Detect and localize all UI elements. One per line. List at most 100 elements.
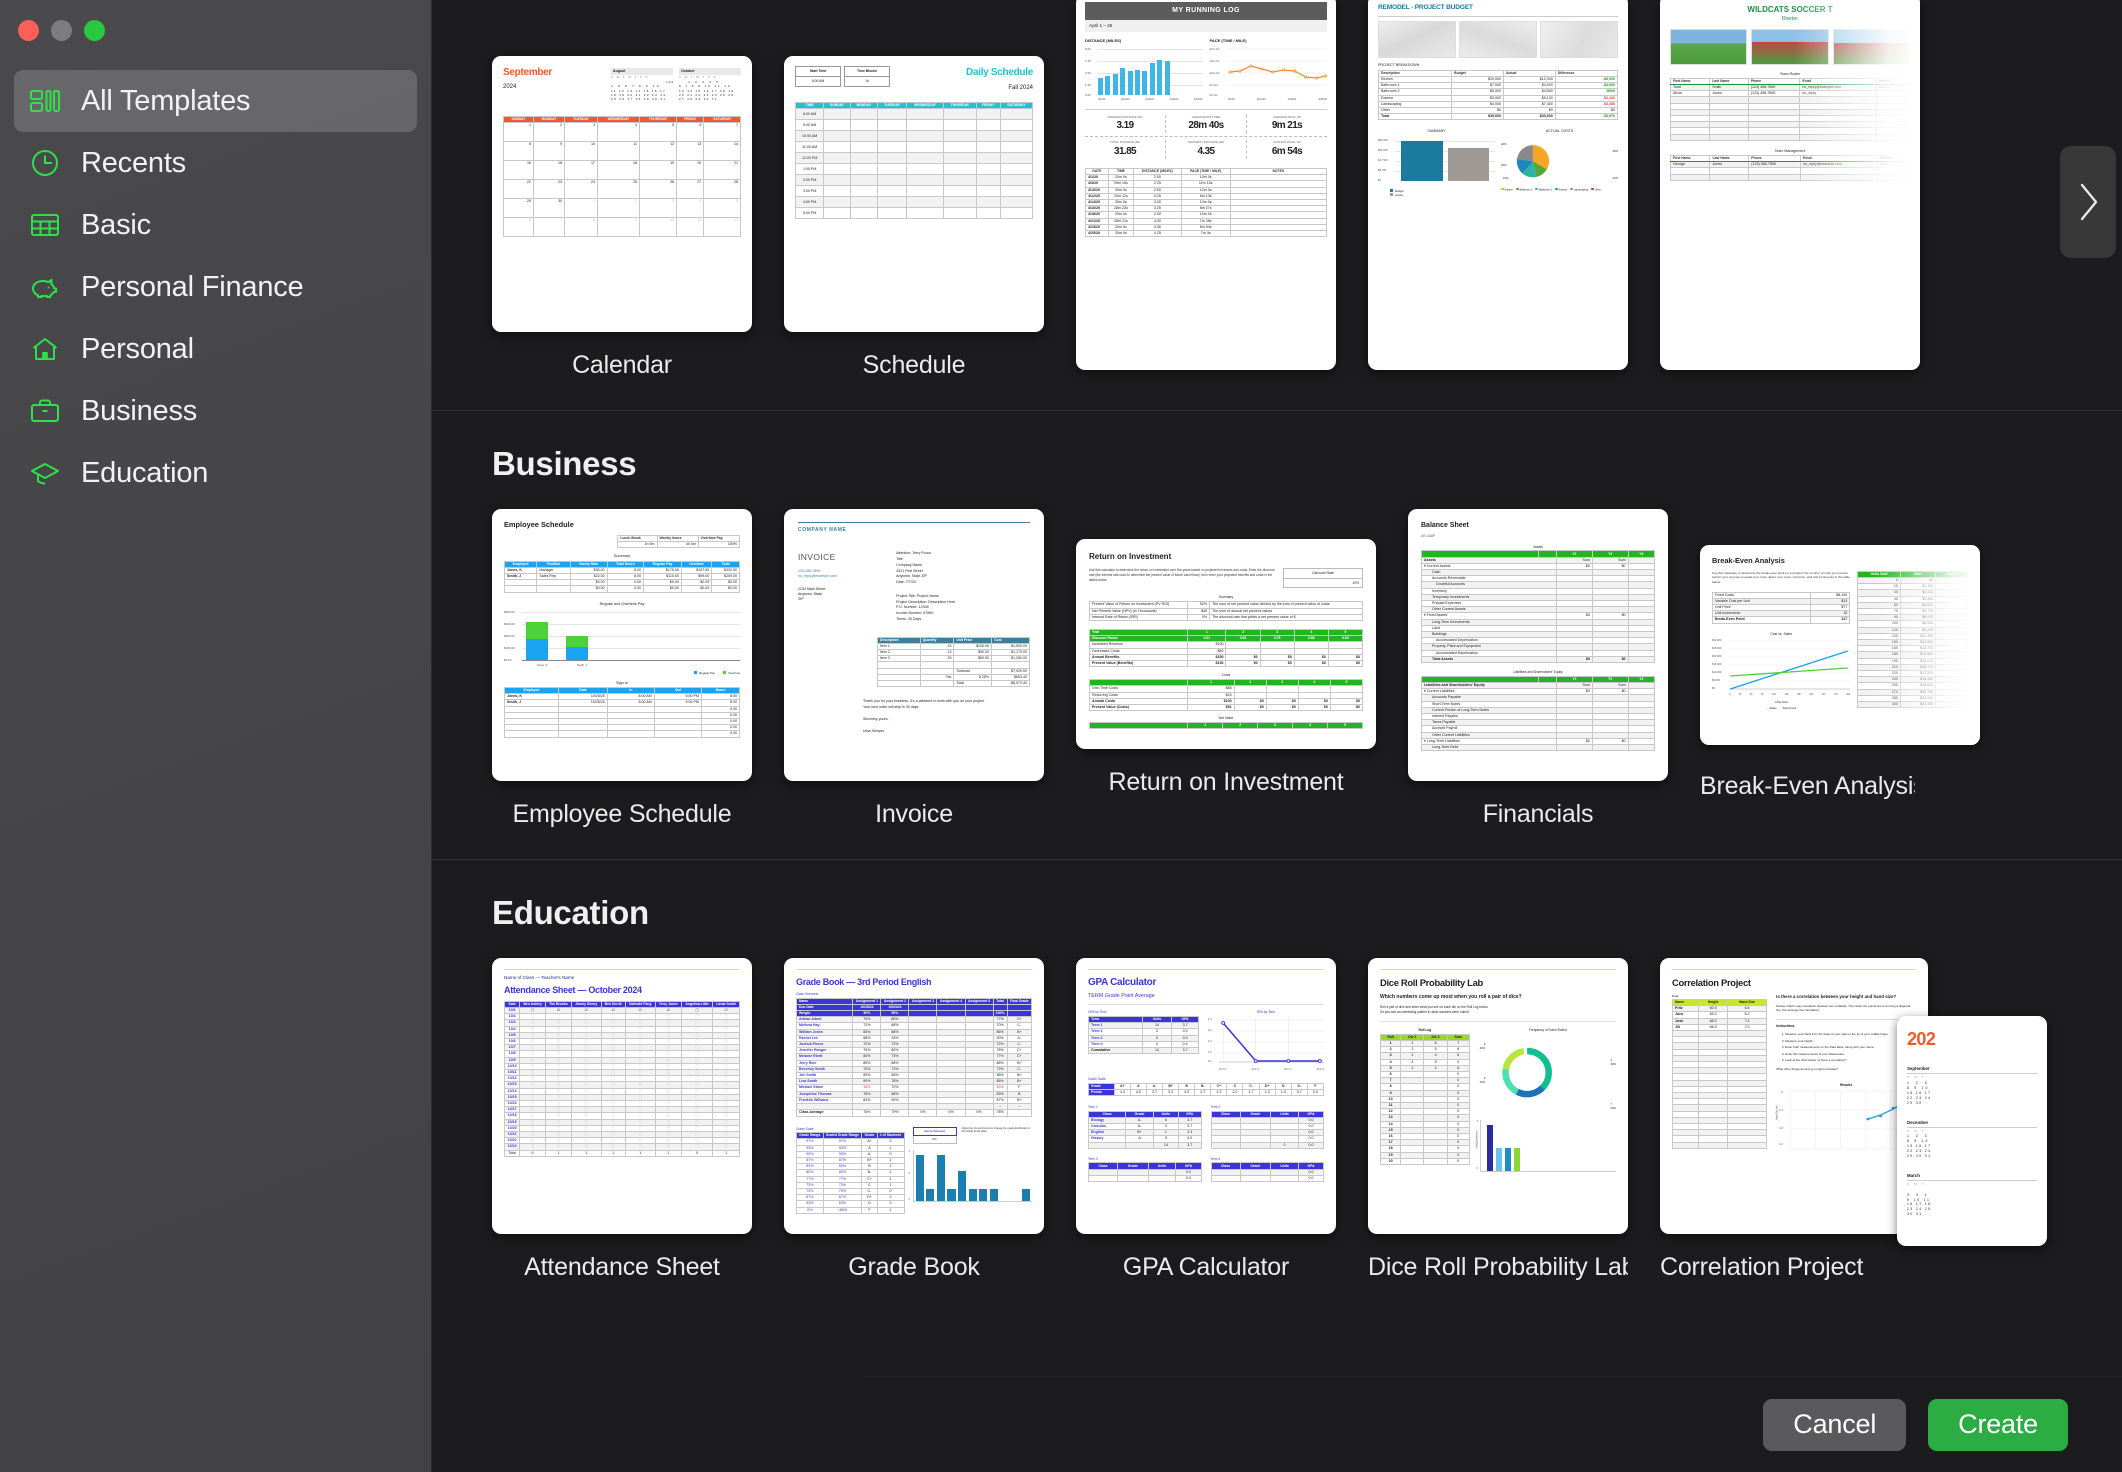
template-scroll-area[interactable]: September 2024 August S M T W T F S 1 2 … — [432, 0, 2122, 1376]
template-thumbnail: Employee Schedule Lunch Break Weekly hour… — [492, 509, 752, 781]
table-row: 0% <60% F 1 — [796, 1206, 905, 1214]
schedule-field-label: Time Blocks — [845, 67, 889, 77]
template-card-grade-book[interactable]: Grade Book — 3rd Period English Class Ov… — [784, 958, 1044, 1282]
running-log-chart1-title: DISTANCE (MILES) — [1085, 37, 1122, 43]
create-button[interactable]: Create — [1928, 1398, 2068, 1451]
template-thumbnail: Name of Class — Teacher's Name Attendanc… — [492, 958, 752, 1234]
sidebar-item-all-templates[interactable]: All Templates — [14, 70, 417, 132]
calendar-week-row: 6 7 8 9 10 11 12 — [503, 217, 741, 238]
template-card-calendar[interactable]: September 2024 August S M T W T F S 1 2 … — [492, 56, 752, 380]
schedule-field-value: 8:00 AM — [811, 78, 825, 83]
template-thumbnail: Grade Book — 3rd Period English Class Ov… — [784, 958, 1044, 1234]
table-header-row: Grade Range Scaled Grade Range Grade # of S… — [796, 1132, 905, 1140]
calendar-week-row: 29 30 1 2 3 4 5 — [503, 198, 741, 219]
table-row: Class Average 75% 79% 0% 0% 0% 78% — [795, 1109, 1033, 1117]
table-icon — [28, 208, 62, 242]
table-row: Break-Even Point 127 — [1712, 616, 1851, 624]
financials-assets-label: Assets — [1533, 544, 1543, 549]
sidebar: All Templates Recents Basic Personal Fin… — [0, 0, 432, 1472]
dice-title: Dice Roll Probability Lab — [1380, 977, 1483, 988]
sidebar-item-basic[interactable]: Basic — [14, 194, 417, 256]
schedule-grid: TIME SUNDAY MONDAY TUESDAY WEDNESDAY THURSD… — [794, 102, 1034, 220]
table-header-row: 12345 — [1088, 722, 1363, 730]
minimize-window-button[interactable] — [51, 20, 72, 41]
table-row: 0.00 — [503, 730, 741, 738]
template-thumbnail: Return on Investment Use this calculator… — [1076, 539, 1376, 749]
template-name: Grade Book — [848, 1253, 980, 1281]
correlation-data-table: Name Height Hand Size Fritz 60.5 6.5 June 65.… — [1671, 998, 1768, 1149]
template-thumbnail: COMPANY NAME INVOICE 123-456-7890 no_rep… — [784, 509, 1044, 781]
table-row: 300 $23,100 — [1857, 700, 1968, 709]
template-card-schedule[interactable]: Start Time 8:00 AM Time Blocks 1h Daily … — [784, 56, 1044, 380]
invoice-company: COMPANY NAME — [798, 527, 847, 533]
financials-title: Balance Sheet — [1421, 522, 1469, 529]
attendance-table: Date Ben Ashley Tim Brooks Jimmy Denny Ben… — [503, 1000, 740, 1157]
gpa-chart-title: GPA by Term — [1256, 1010, 1276, 1015]
zoom-window-button[interactable] — [84, 20, 105, 41]
template-card-running-log[interactable]: MY RUNNING LOG April 1 – 25 DISTANCE (MI… — [1076, 0, 1336, 370]
invoice-table: Description Quantity Unit Price Cost Item 1… — [876, 636, 1030, 688]
sidebar-item-personal-finance[interactable]: Personal Finance — [14, 256, 417, 318]
close-window-button[interactable] — [18, 20, 39, 41]
schedule-row: 11:00 AM — [794, 141, 1034, 154]
calendar-2025-month: March — [1907, 1173, 2037, 1182]
table-row: Total $39,000 $33,000 -$5,970 — [1377, 113, 1619, 121]
template-card-invoice[interactable]: COMPANY NAME INVOICE 123-456-7890 no_rep… — [784, 509, 1044, 829]
table-row: Total $8,573.40 — [876, 679, 1030, 688]
calendar-prev-month: August — [611, 68, 673, 76]
gpa-subtitle: TERM Grade Point Average — [1088, 992, 1155, 999]
all-templates-icon — [28, 84, 62, 118]
dialog-footer: Cancel Create — [864, 1376, 2122, 1472]
sidebar-item-recents[interactable]: Recents — [14, 132, 417, 194]
template-card-employee-schedule[interactable]: Employee Schedule Lunch Break Weekly hour… — [492, 509, 752, 829]
attendance-eyebrow: Name of Class — Teacher's Name — [504, 975, 575, 980]
sidebar-item-business[interactable]: Business — [14, 380, 417, 442]
stat-value: 4.35 — [1197, 145, 1215, 157]
table-row: Present Value (Costs) $91 $0 $0 $0 $0 — [1088, 703, 1364, 712]
template-card-home-improvement[interactable]: REMODEL - PROJECT BUDGET PROJECT BREAKDO… — [1368, 0, 1628, 370]
roi-net-table: 12345 — [1088, 722, 1363, 730]
calendar-next-month: October — [679, 68, 741, 76]
stat-value: 9m 21s — [1271, 119, 1303, 131]
sidebar-item-personal[interactable]: Personal — [14, 318, 417, 380]
template-thumbnail: Dice Roll Probability Lab Which numbers … — [1368, 958, 1628, 1234]
schedule-field-value: 1h — [865, 78, 869, 83]
next-page-button[interactable] — [2060, 146, 2116, 258]
table-row — [1669, 133, 1911, 141]
table-header-row: Lunch Break Weekly hours Overtime Pay — [617, 534, 741, 542]
window-traffic-lights — [18, 20, 105, 41]
grade-scale-table: Grade Range Scaled Grade Range Grade # of S… — [796, 1132, 905, 1214]
stat-value: 28m 40s — [1188, 119, 1224, 131]
roi-costs-label: Costs — [1221, 673, 1231, 678]
schedule-row: 8:00 AM — [794, 108, 1034, 121]
template-card-attendance-sheet[interactable]: Name of Class — Teacher's Name Attendanc… — [492, 958, 752, 1282]
curve-amount-value: 0% — [912, 1135, 957, 1145]
cancel-button[interactable]: Cancel — [1763, 1398, 1907, 1451]
team-management-table: First Name Last Name Phone Email Position Ge… — [1669, 154, 1911, 181]
schedule-row: 10:00 AM — [794, 130, 1034, 143]
financials-liabilities-table: Y1 Y2 Y3 Liabilities and Shareholders' Equ… — [1420, 675, 1656, 752]
template-card-gpa-calculator[interactable]: GPA Calculator TERM Grade Point Average … — [1076, 958, 1336, 1282]
template-card-financials[interactable]: Balance Sheet US GAAP Assets Y1 Y2 Y3 Asse… — [1408, 509, 1668, 829]
template-card-dice-roll-probability-lab[interactable]: Dice Roll Probability Lab Which numbers … — [1368, 958, 1628, 1282]
correlation-instructions-label: Instructions — [1776, 1023, 1795, 1028]
template-section-education: Education Name of Class — Teacher's Name… — [432, 860, 2122, 1312]
template-card-break-even-analysis[interactable]: Break-Even Analysis Use this calculator … — [1700, 509, 1980, 801]
gpa-scale-table: Grade A+ A A- B+ B B- C+ C C- D+ D D- F Points 4.3 4.0 3… — [1088, 1082, 1325, 1097]
template-name: Break-Even Analysis — [1700, 772, 1915, 800]
running-log-title: MY RUNNING LOG — [1085, 2, 1327, 21]
template-card-return-on-investment[interactable]: Return on Investment Use this calculator… — [1076, 509, 1376, 797]
template-card-team-organization[interactable]: WILDCATS SOCCER T Roster Team Roster Fir… — [1660, 0, 1920, 370]
sidebar-item-education[interactable]: Education — [14, 442, 417, 504]
sidebar-item-label: Education — [81, 456, 209, 489]
gpa-term1-table: Class Grade Units GPA Biology A- 5 3.7 Calculu… — [1087, 1110, 1202, 1149]
template-thumbnail: WILDCATS SOCCER T Roster Team Roster Fir… — [1660, 0, 1920, 370]
financials-subtitle: US GAAP — [1421, 534, 1436, 539]
template-gallery: September 2024 August S M T W T F S 1 2 … — [432, 0, 2122, 1472]
template-thumbnail: Break-Even Analysis Use this calculator … — [1700, 545, 1980, 745]
break-even-inputs-table: Fixed Costs $8,140 Variable Cost per Unit… — [1712, 591, 1851, 624]
template-card-correlation-project[interactable]: Correlation Project Data Name Height Hand … — [1660, 958, 1928, 1282]
table-row: Present Value of Return on Investment (P… — [1088, 601, 1363, 609]
template-thumbnail: Correlation Project Data Name Height Hand … — [1660, 958, 1928, 1234]
gpa-title: GPA Calculator — [1088, 977, 1157, 988]
